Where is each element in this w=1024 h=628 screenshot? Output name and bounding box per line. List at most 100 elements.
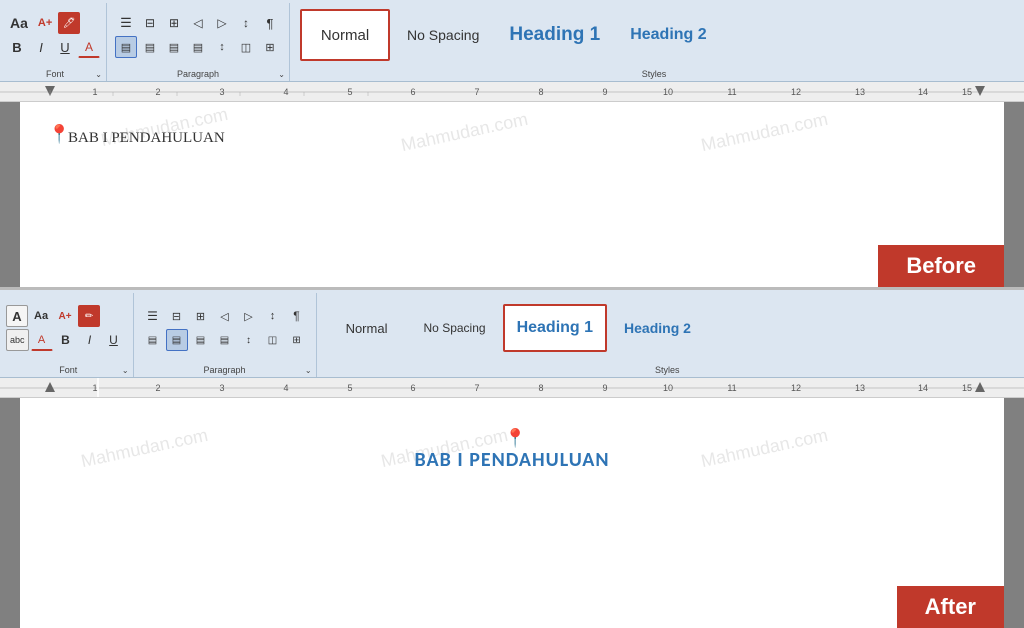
- font-clear2-btn[interactable]: ✏: [78, 305, 100, 327]
- font-grow-btn[interactable]: A+: [34, 12, 56, 34]
- white-page-top: Mahmudan.com Mahmudan.com Mahmudan.com 📍…: [20, 102, 1004, 287]
- ruler-top: 1 2 3 4 5 6 7 8 9 10 11 12 13 14 15: [0, 82, 1024, 102]
- doc-content-bottom: Mahmudan.com Mahmudan.com Mahmudan.com 📍…: [0, 398, 1024, 628]
- borders-btn-top[interactable]: ⊞: [259, 36, 281, 58]
- main-container: Aa A+ 🖊 B I U A Font ⌄ ☰ ⊟ ⊞: [0, 0, 1024, 628]
- font-underline2-btn[interactable]: U: [103, 329, 125, 351]
- align-right-btn-top[interactable]: ▤: [163, 36, 185, 58]
- styles-section-top: Normal No Spacing Heading 1 Heading 2 St…: [290, 3, 1018, 81]
- styles-section-label-top: Styles: [290, 69, 1018, 79]
- bullet-list-btn-top[interactable]: ☰: [115, 12, 137, 34]
- numbered-list-btn-bottom[interactable]: ⊟: [166, 305, 188, 327]
- multilevel-btn-bottom[interactable]: ⊞: [190, 305, 212, 327]
- style-heading2-bottom[interactable]: Heading 2: [611, 304, 704, 352]
- font-abc-btn[interactable]: abc: [6, 329, 29, 351]
- align-right-btn-bottom[interactable]: ▤: [190, 329, 212, 351]
- paragraph-section-bottom: ☰ ⊟ ⊞ ◁ ▷ ↕ ¶ ▤ ▤ ▤ ▤ ↕ ◫ ⊞ Paragra: [134, 293, 317, 377]
- svg-text:14: 14: [918, 87, 928, 97]
- style-nospacing-bottom[interactable]: No Spacing: [411, 304, 499, 352]
- align-left-btn-bottom[interactable]: ▤: [142, 329, 164, 351]
- indent-btn-top[interactable]: ▷: [211, 12, 233, 34]
- style-heading1-text-top: Heading 1: [509, 24, 600, 46]
- style-heading1-bottom[interactable]: Heading 1: [503, 304, 607, 352]
- font-italic-btn[interactable]: I: [30, 36, 52, 58]
- shading-btn-bottom[interactable]: ◫: [262, 329, 284, 351]
- styles-section-label-bottom: Styles: [317, 365, 1018, 375]
- paragraph-section-label-bottom: Paragraph: [134, 365, 316, 375]
- svg-text:13: 13: [855, 87, 865, 97]
- font-expander-top[interactable]: ⌄: [95, 70, 102, 79]
- style-heading1-top[interactable]: Heading 1: [496, 9, 613, 61]
- indent-btn-bottom[interactable]: ▷: [238, 305, 260, 327]
- para-expander-top[interactable]: ⌄: [278, 70, 285, 79]
- svg-text:12: 12: [791, 383, 801, 393]
- bullet-list-btn-bottom[interactable]: ☰: [142, 305, 164, 327]
- paragraph-section-top: ☰ ⊟ ⊞ ◁ ▷ ↕ ¶ ▤ ▤ ▤ ▤ ↕ ◫ ⊞ Paragra: [107, 3, 290, 81]
- svg-text:9: 9: [602, 87, 607, 97]
- para-expander-bottom[interactable]: ⌄: [305, 366, 312, 375]
- svg-text:8: 8: [538, 383, 543, 393]
- svg-text:11: 11: [727, 383, 736, 393]
- font-a-btn-bottom[interactable]: A: [6, 305, 28, 327]
- svg-text:2: 2: [155, 87, 160, 97]
- style-heading1-text-bottom: Heading 1: [517, 319, 593, 337]
- font-color2-btn[interactable]: A: [31, 329, 53, 351]
- font-expander-bottom[interactable]: ⌄: [122, 366, 129, 375]
- pilcrow-btn-bottom[interactable]: ¶: [286, 305, 308, 327]
- borders-btn-bottom[interactable]: ⊞: [286, 329, 308, 351]
- svg-text:5: 5: [347, 383, 352, 393]
- font-aa-btn-bottom[interactable]: Aa: [30, 305, 52, 327]
- top-section: Aa A+ 🖊 B I U A Font ⌄ ☰ ⊟ ⊞: [0, 0, 1024, 290]
- style-nospacing-text-top: No Spacing: [407, 27, 479, 43]
- outdent-btn-top[interactable]: ◁: [187, 12, 209, 34]
- outdent-btn-bottom[interactable]: ◁: [214, 305, 236, 327]
- svg-text:9: 9: [602, 383, 607, 393]
- justify-btn-bottom[interactable]: ▤: [214, 329, 236, 351]
- styles-section-bottom: Normal No Spacing Heading 1 Heading 2 St…: [317, 293, 1018, 377]
- numbered-list-btn-top[interactable]: ⊟: [139, 12, 161, 34]
- ruler-bottom: 1 2 3 4 5 6 7 8 9 10 11 12 13 14 15: [0, 378, 1024, 398]
- font-clear-btn[interactable]: 🖊: [58, 12, 80, 34]
- svg-text:4: 4: [283, 87, 288, 97]
- font-section-bottom: A Aa A+ ✏ abc A B I U Font ⌄: [4, 293, 134, 377]
- before-badge: Before: [878, 245, 1004, 287]
- svg-text:3: 3: [219, 383, 224, 393]
- svg-text:11: 11: [727, 87, 736, 97]
- doc-text-bottom: BAB I PENDAHULUAN: [414, 448, 609, 472]
- style-normal-bottom[interactable]: Normal: [327, 304, 407, 352]
- font-italic2-btn[interactable]: I: [79, 329, 101, 351]
- svg-text:8: 8: [538, 87, 543, 97]
- style-heading2-text-bottom: Heading 2: [624, 320, 691, 336]
- style-heading2-text-top: Heading 2: [630, 26, 706, 44]
- svg-text:12: 12: [791, 87, 801, 97]
- font-bold2-btn[interactable]: B: [55, 329, 77, 351]
- pilcrow-btn-top[interactable]: ¶: [259, 12, 281, 34]
- line-spacing-btn-bottom[interactable]: ↕: [238, 329, 260, 351]
- top-ribbon: Aa A+ 🖊 B I U A Font ⌄ ☰ ⊟ ⊞: [0, 0, 1024, 82]
- style-normal-top[interactable]: Normal: [300, 9, 390, 61]
- style-heading2-top[interactable]: Heading 2: [617, 9, 719, 61]
- align-center-btn-bottom[interactable]: ▤: [166, 329, 188, 351]
- shading-btn-top[interactable]: ◫: [235, 36, 257, 58]
- ruler-svg-bottom: 1 2 3 4 5 6 7 8 9 10 11 12 13 14 15: [0, 378, 1024, 397]
- align-left-btn-top[interactable]: ▤: [115, 36, 137, 58]
- multilevel-list-btn-top[interactable]: ⊞: [163, 12, 185, 34]
- svg-text:2: 2: [155, 383, 160, 393]
- svg-text:1: 1: [92, 383, 97, 393]
- white-page-bottom: Mahmudan.com Mahmudan.com Mahmudan.com 📍…: [20, 398, 1004, 628]
- font-color-btn[interactable]: A: [78, 36, 100, 58]
- svg-text:15: 15: [962, 383, 972, 393]
- style-normal-text-bottom: Normal: [346, 321, 388, 336]
- font-section-label-top: Font: [4, 69, 106, 79]
- sort-btn-top[interactable]: ↕: [235, 12, 257, 34]
- style-nospacing-top[interactable]: No Spacing: [394, 9, 492, 61]
- svg-text:6: 6: [410, 383, 415, 393]
- font-bold-btn[interactable]: B: [6, 36, 28, 58]
- font-grow2-btn[interactable]: A+: [54, 305, 76, 327]
- font-size-aa-btn[interactable]: Aa: [6, 12, 32, 34]
- justify-btn-top[interactable]: ▤: [187, 36, 209, 58]
- font-underline-btn[interactable]: U: [54, 36, 76, 58]
- align-center-btn-top[interactable]: ▤: [139, 36, 161, 58]
- sort-btn-bottom[interactable]: ↕: [262, 305, 284, 327]
- line-spacing-btn-top[interactable]: ↕: [211, 36, 233, 58]
